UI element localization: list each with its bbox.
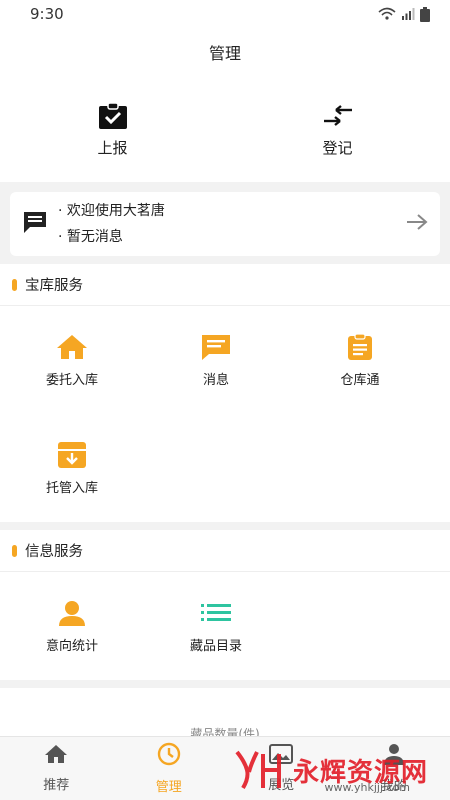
- custody-storage-button[interactable]: 托管入库: [0, 414, 144, 522]
- section-title-text: 信息服务: [25, 544, 83, 560]
- home-icon: [44, 744, 68, 768]
- section-marker: [12, 544, 17, 557]
- report-label: 上报: [97, 138, 128, 157]
- grid-item-label: 消息: [202, 372, 229, 388]
- service-grid: 委托入库 消息 仓库通 托管入库: [0, 306, 450, 522]
- wifi-icon: [378, 7, 396, 20]
- watermark-url: www.yhkjjj.com: [324, 781, 411, 794]
- page-title: 管理: [0, 28, 450, 76]
- vault-services-section: 宝库服务 委托入库 消息 仓库通 托管入库: [0, 264, 450, 522]
- status-bar: 9:30: [0, 0, 450, 28]
- tab-label: 管理: [155, 780, 182, 795]
- swap-arrows-icon: [322, 101, 354, 131]
- grid-item-label: 仓库通: [340, 372, 380, 388]
- clipboard-list-icon: [346, 332, 374, 361]
- section-title-text: 宝库服务: [25, 278, 83, 294]
- message-lines: · 欢迎使用大茗唐 · 暂无消息: [58, 198, 406, 250]
- register-button[interactable]: 登记: [225, 76, 450, 182]
- section-marker: [12, 278, 17, 291]
- message-line: · 欢迎使用大茗唐: [58, 203, 165, 219]
- top-actions: 上报 登记: [0, 76, 450, 182]
- grid-item-label: 藏品目录: [189, 638, 242, 654]
- tab-label: 推荐: [43, 778, 70, 793]
- clipboard-check-icon: [98, 101, 128, 131]
- list-icon: [201, 599, 231, 627]
- intent-stats-button[interactable]: 意向统计: [0, 572, 144, 680]
- message-card[interactable]: · 欢迎使用大茗唐 · 暂无消息: [10, 192, 440, 256]
- person-icon: [58, 599, 86, 627]
- grid-item-label: 意向统计: [45, 638, 98, 654]
- message-button[interactable]: 消息: [144, 306, 288, 414]
- report-button[interactable]: 上报: [0, 76, 225, 182]
- clock-icon: [157, 742, 181, 770]
- message-line: · 暂无消息: [58, 229, 123, 245]
- info-services-section: 信息服务 意向统计 藏品目录: [0, 530, 450, 680]
- grid-item-label: 托管入库: [45, 480, 98, 496]
- signal-icon: [402, 8, 415, 20]
- tab-manage[interactable]: 管理: [113, 737, 226, 800]
- section-title: 宝库服务: [0, 264, 450, 306]
- warehouse-pass-button[interactable]: 仓库通: [288, 306, 432, 414]
- status-time: 9:30: [30, 5, 64, 23]
- info-grid: 意向统计 藏品目录: [0, 572, 450, 680]
- tab-recommend[interactable]: 推荐: [0, 737, 113, 800]
- grid-item-label: 委托入库: [45, 372, 98, 388]
- section-title: 信息服务: [0, 530, 450, 572]
- message-card-wrap: · 欢迎使用大茗唐 · 暂无消息: [0, 190, 450, 264]
- archive-icon: [57, 441, 87, 469]
- battery-icon: [420, 6, 430, 22]
- entrust-storage-button[interactable]: 委托入库: [0, 306, 144, 414]
- watermark-logo-icon: [235, 750, 281, 790]
- arrow-right-icon[interactable]: [406, 213, 428, 235]
- home-icon: [56, 333, 88, 361]
- chat-icon: [22, 210, 48, 238]
- register-label: 登记: [322, 138, 353, 157]
- message-icon: [200, 333, 232, 361]
- collection-catalog-button[interactable]: 藏品目录: [144, 572, 288, 680]
- status-icons: [378, 6, 430, 22]
